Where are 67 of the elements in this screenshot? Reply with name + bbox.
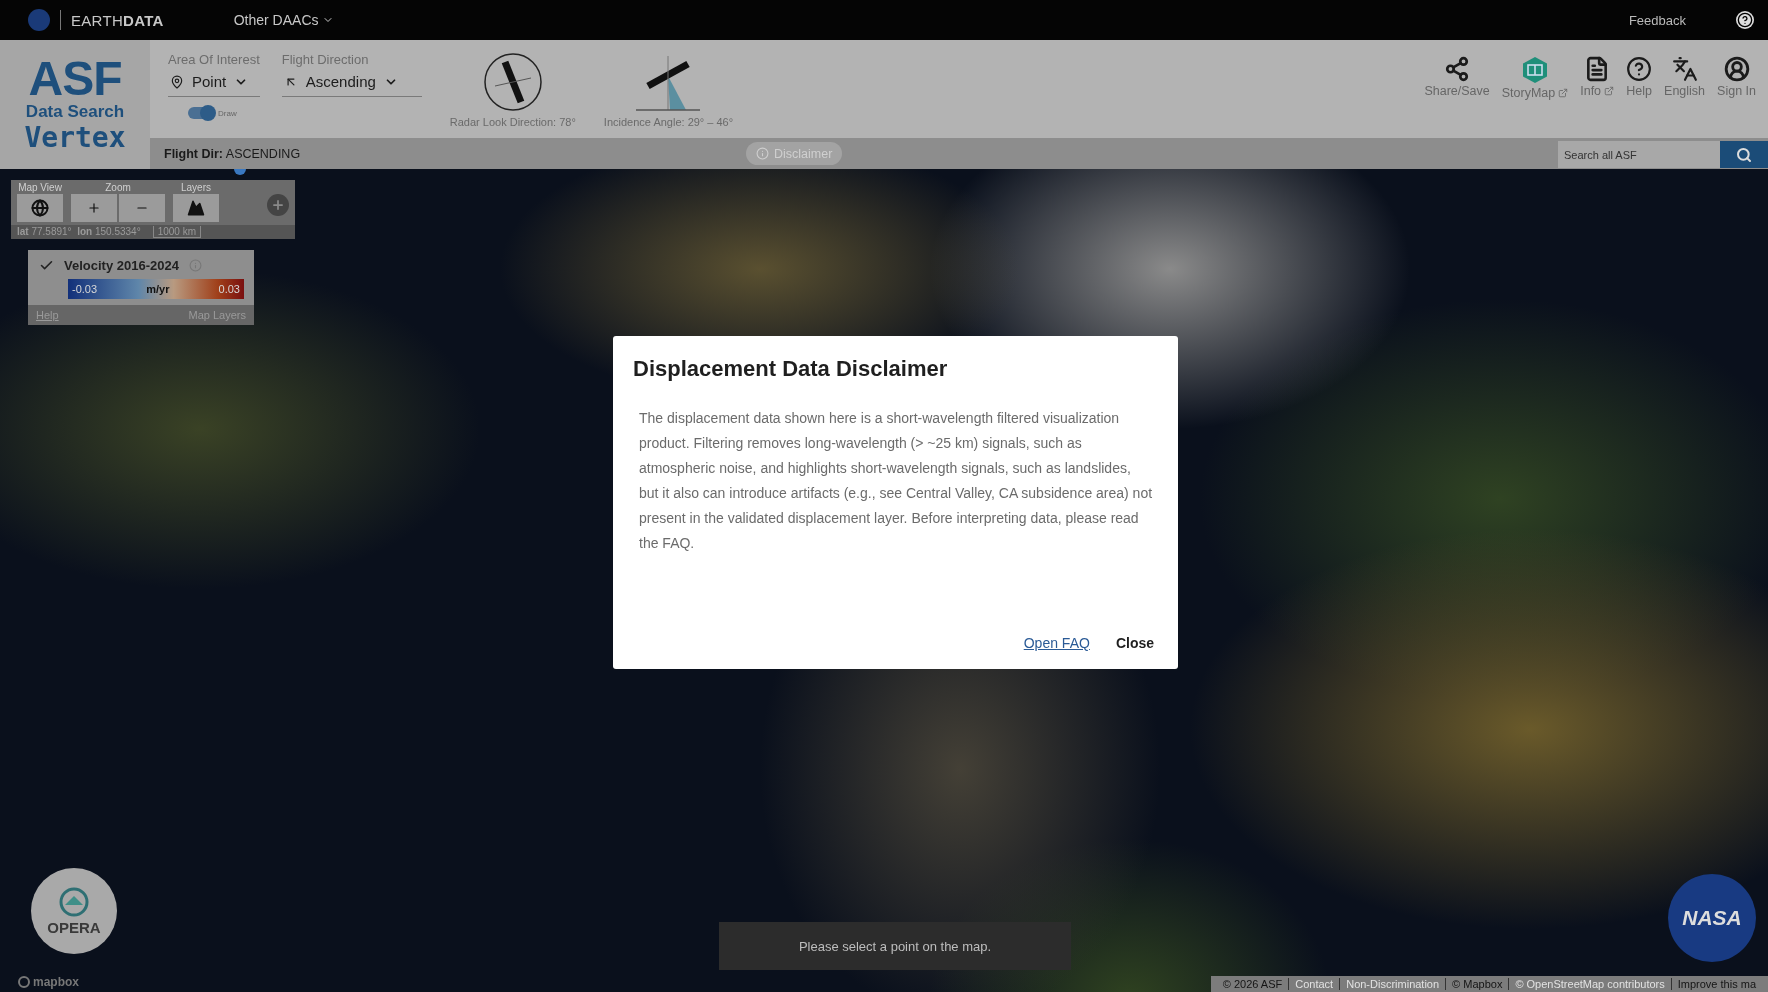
external-link-icon: [1604, 86, 1615, 96]
attribution-text: © 2026 ASF: [1221, 978, 1284, 990]
toolbar-button[interactable]: Share/Save: [1422, 56, 1492, 98]
help-icon: [1626, 56, 1653, 82]
search-field[interactable]: Search all ASF: [1558, 141, 1720, 168]
attribution-link[interactable]: Contact: [1288, 978, 1340, 990]
other-daacs-menu[interactable]: Other DAACs: [233, 12, 334, 28]
flight-direction-text: Flight Dir: ASCENDING: [164, 146, 301, 161]
logo-name: ASF: [28, 55, 122, 102]
book-hexagon-icon: [1520, 56, 1549, 84]
opera-emblem-icon: [59, 886, 89, 917]
filter-dropdown[interactable]: Ascending: [281, 71, 422, 97]
earthdata-logo: EARTHDATA: [71, 11, 164, 29]
toolbar-button[interactable]: Help: [1624, 56, 1655, 98]
toolbar-button[interactable]: Info: [1578, 56, 1617, 98]
filter-label: Flight Direction: [281, 52, 370, 67]
dialog-title: Displacement Data Disclaimer: [633, 356, 949, 382]
filter-dropdown[interactable]: Point: [168, 71, 260, 97]
attribution-text: © Mapbox: [1445, 978, 1509, 990]
layer-title: Velocity 2016-2024: [64, 257, 179, 273]
zoom-in-button[interactable]: [71, 194, 117, 222]
help-icon[interactable]: [1736, 11, 1754, 29]
ramp-max: 0.03: [218, 283, 240, 295]
control-label: Map View: [18, 182, 62, 193]
control-label: Layers: [181, 182, 211, 193]
search-icon: [1736, 146, 1752, 163]
filter-label: Area Of Interest: [168, 52, 260, 67]
attribution-text: Improve this ma: [1670, 978, 1762, 990]
plus-icon: [87, 201, 101, 215]
search-button[interactable]: [1720, 141, 1768, 168]
draw-switch[interactable]: [188, 107, 214, 119]
nasa-logo-icon: [28, 9, 50, 31]
map-view-button[interactable]: [17, 194, 63, 222]
mapbox-icon: [18, 976, 30, 988]
scale-bar: 1000 km: [152, 226, 201, 238]
mapbox-logo: mapbox: [33, 975, 79, 989]
user-icon: [1723, 56, 1750, 82]
indicator-caption: Radar Look Direction: 78°: [449, 116, 576, 128]
attribution-link[interactable]: © OpenStreetMap contributors: [1508, 978, 1671, 990]
control-label: Zoom: [105, 182, 131, 193]
info-icon: [756, 147, 769, 160]
plus-icon: [271, 198, 285, 212]
attribution-link[interactable]: Non-Discrimination: [1339, 978, 1446, 990]
layers-button[interactable]: [173, 194, 219, 222]
ramp-min: -0.03: [72, 283, 98, 295]
indicator-caption: Incidence Angle: 29° – 46°: [603, 116, 734, 128]
logo-subtitle: Data Search: [25, 101, 125, 122]
toolbar-button[interactable]: English: [1662, 56, 1708, 98]
external-link-icon: [1558, 88, 1569, 98]
open-faq-link[interactable]: Open FAQ: [1023, 635, 1090, 651]
coordinates-text: lat 77.5891° lon 150.5334°: [17, 226, 141, 238]
dialog-text: The displacement data shown here is a short-wavelength filtered visualization product. Filtering removes long-wavelength (> ~25 km) signals, such as atmospheric noise, and highlights short-wavelength signals, such as landslides, but it also can introduce artifacts (e.g., see Central Valley, CA subsidence area) not present in the validated displacement layer. Before interpreting data, please read the FAQ.: [639, 409, 1154, 553]
toolbar-button[interactable]: StoryMap: [1499, 56, 1571, 100]
toast-text: Please select a point on the map.: [798, 938, 992, 954]
switch-label: Draw: [218, 108, 237, 118]
compass-satellite-icon: [482, 52, 543, 112]
toolbar-button[interactable]: Sign In: [1715, 56, 1758, 98]
logo-product: Vertex: [24, 121, 126, 154]
mountain-icon: [187, 199, 205, 217]
share-icon: [1444, 56, 1471, 82]
feedback-link[interactable]: Feedback: [1628, 12, 1686, 28]
globe-icon: [31, 199, 49, 217]
ramp-unit: m/yr: [146, 283, 170, 295]
close-button[interactable]: Close: [1115, 635, 1154, 651]
translate-icon: [1671, 56, 1698, 82]
pin-icon: [170, 74, 184, 89]
add-button[interactable]: [267, 194, 289, 216]
